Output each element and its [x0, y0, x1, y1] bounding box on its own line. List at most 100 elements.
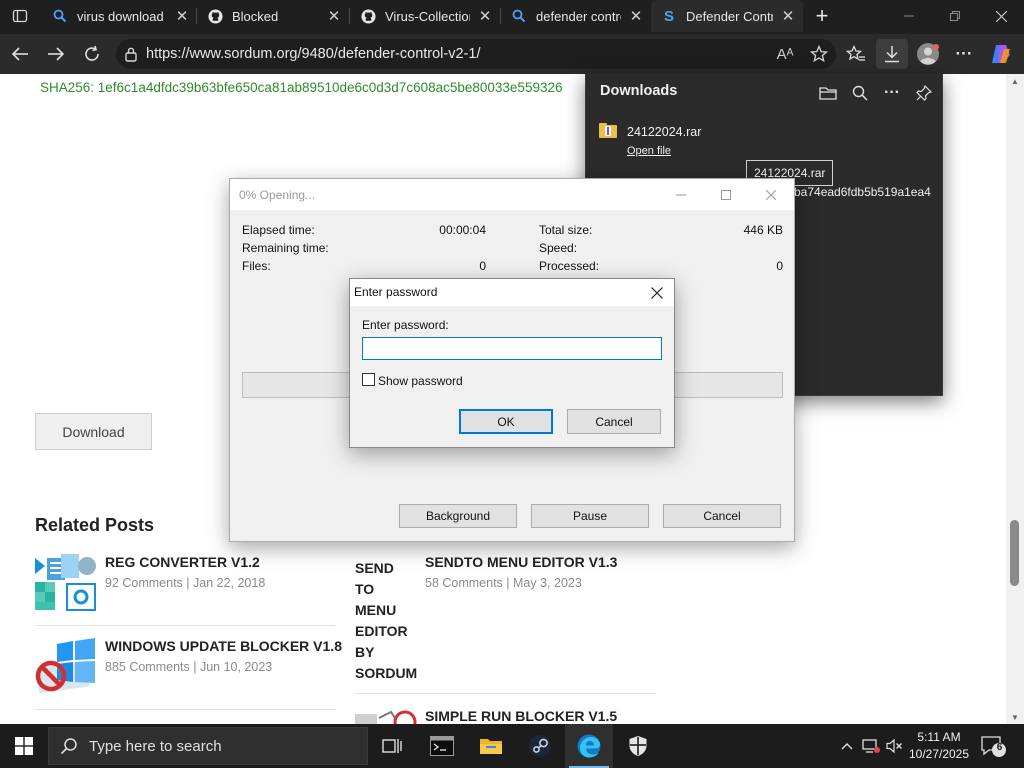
tab-close-icon[interactable]: ✕ [476, 7, 494, 25]
minimize-icon [676, 194, 686, 195]
download-file-name[interactable]: 24122024.rar [627, 125, 701, 139]
close-icon [651, 286, 663, 299]
cancel-extraction-button[interactable]: Cancel [663, 504, 781, 528]
processed-label: Processed: [539, 259, 600, 273]
back-arrow-icon [11, 47, 28, 61]
refresh-icon [85, 45, 99, 61]
search-icon[interactable] [846, 79, 874, 107]
post-title-simple-run-blocker[interactable]: SIMPLE RUN BLOCKER V1.5 [425, 708, 617, 724]
more-options-icon[interactable]: ··· [878, 79, 906, 107]
password-field-label: Enter password: [362, 318, 449, 332]
remaining-time-label: Remaining time: [242, 241, 329, 255]
profile-button[interactable] [912, 39, 944, 69]
tab-blocked[interactable]: Blocked ✕ [197, 0, 349, 32]
terminal-app[interactable] [418, 724, 466, 768]
file-explorer-app[interactable] [467, 724, 515, 768]
progress-close-button[interactable] [748, 180, 794, 209]
progress-maximize-button[interactable] [703, 180, 749, 209]
simple-run-blocker-thumbnail[interactable] [355, 708, 417, 724]
tab-virus-collection[interactable]: Virus-Collection/ ✕ [350, 0, 500, 32]
total-size-label: Total size: [539, 223, 593, 237]
back-button[interactable] [6, 40, 34, 68]
github-icon [207, 8, 223, 24]
task-view-button[interactable] [368, 724, 416, 768]
refresh-button[interactable] [78, 40, 106, 68]
tab-virus-download[interactable]: virus download g ✕ [42, 0, 197, 32]
cancel-button[interactable]: Cancel [567, 409, 661, 434]
restore-button[interactable] [932, 0, 978, 32]
minimize-button[interactable] [886, 0, 932, 32]
task-view-icon [382, 739, 402, 753]
search-icon [52, 8, 68, 24]
post-meta-windows-update-blocker: 885 Comments | Jun 10, 2023 [105, 660, 273, 674]
lock-icon[interactable] [116, 39, 146, 69]
avatar-icon [917, 43, 939, 65]
post-title-reg-converter[interactable]: REG CONVERTER V1.2 [105, 554, 260, 570]
minimize-icon [904, 15, 914, 17]
forward-button[interactable] [42, 40, 70, 68]
network-icon[interactable] [860, 724, 882, 768]
url-bar[interactable]: https://www.sordum.org/9480/defender-con… [116, 39, 836, 69]
background-button[interactable]: Background [399, 504, 517, 528]
close-window-button[interactable] [978, 0, 1024, 32]
post-title-sendto-menu-editor[interactable]: SENDTO MENU EDITOR V1.3 [425, 554, 617, 570]
pause-button[interactable]: Pause [531, 504, 649, 528]
progress-title-bar[interactable]: 0% Opening... [230, 179, 794, 210]
close-icon [766, 189, 776, 200]
steam-app[interactable] [516, 724, 564, 768]
ok-button[interactable]: OK [459, 409, 553, 434]
start-button[interactable] [0, 724, 48, 768]
scroll-up-arrow-icon[interactable]: ▲ [1006, 74, 1024, 88]
copilot-button[interactable] [985, 39, 1017, 69]
password-dialog-close-button[interactable] [642, 280, 672, 305]
post-title-windows-update-blocker[interactable]: WINDOWS UPDATE BLOCKER V1.8 [105, 638, 342, 654]
broken-image-alt-text[interactable]: SEND TO MENU EDITOR BY SORDUM [355, 558, 417, 684]
new-tab-button[interactable]: + [810, 3, 834, 28]
system-clock[interactable]: 5:11 AM 10/27/2025 [906, 729, 972, 763]
windows-security-app[interactable] [614, 724, 662, 768]
clock-time: 5:11 AM [917, 730, 961, 744]
url-text[interactable]: https://www.sordum.org/9480/defender-con… [146, 46, 768, 62]
read-aloud-icon[interactable]: Aᴬ [768, 39, 802, 69]
favorites-icon [846, 45, 865, 61]
taskbar-search-box[interactable]: Type here to search [48, 727, 368, 765]
open-file-link[interactable]: Open file [627, 145, 671, 157]
steam-icon [529, 735, 551, 757]
scroll-thumb[interactable] [1010, 520, 1019, 586]
show-hidden-icons-chevron[interactable] [838, 724, 856, 768]
open-folder-icon[interactable] [814, 79, 842, 107]
pin-icon[interactable] [910, 79, 938, 107]
progress-minimize-button[interactable] [658, 180, 704, 209]
password-input[interactable] [362, 337, 662, 360]
show-password-checkbox[interactable] [362, 373, 375, 386]
scroll-down-arrow-icon[interactable]: ▼ [1006, 710, 1024, 724]
edge-app[interactable] [565, 724, 613, 768]
tab-defender-control-search[interactable]: defender control ✕ [501, 0, 651, 32]
tab-actions-icon [12, 9, 28, 23]
post-separator [355, 693, 655, 694]
download-button[interactable]: Download [35, 413, 152, 450]
windows-update-blocker-thumbnail[interactable] [35, 638, 97, 698]
tab-close-icon[interactable]: ✕ [173, 7, 191, 25]
tab-label: virus download g [77, 8, 167, 24]
tab-close-icon[interactable]: ✕ [779, 7, 797, 25]
show-password-label[interactable]: Show password [378, 374, 463, 388]
downloads-button[interactable] [876, 39, 908, 69]
page-scrollbar[interactable]: ▲ ▼ [1006, 74, 1024, 724]
downloads-title: Downloads [600, 83, 678, 99]
settings-more-button[interactable]: ··· [948, 39, 980, 69]
tab-defender-control[interactable]: S Defender Contro ✕ [651, 0, 803, 32]
favorite-star-icon[interactable] [802, 39, 836, 69]
windows-taskbar: Type here to search 5:11 AM 10/27/2025 6 [0, 724, 1024, 768]
password-dialog-title-bar[interactable]: Enter password [350, 279, 674, 306]
archive-file-icon [599, 123, 617, 138]
volume-muted-icon[interactable] [884, 724, 904, 768]
post-separator [35, 709, 335, 710]
tab-close-icon[interactable]: ✕ [627, 7, 645, 25]
tab-close-icon[interactable]: ✕ [325, 7, 343, 25]
notification-center-button[interactable]: 6 [980, 734, 1006, 758]
reg-converter-thumbnail[interactable] [35, 554, 97, 614]
copilot-icon [992, 45, 1010, 63]
tab-actions-button[interactable] [4, 1, 36, 31]
favorites-button[interactable] [840, 39, 872, 69]
